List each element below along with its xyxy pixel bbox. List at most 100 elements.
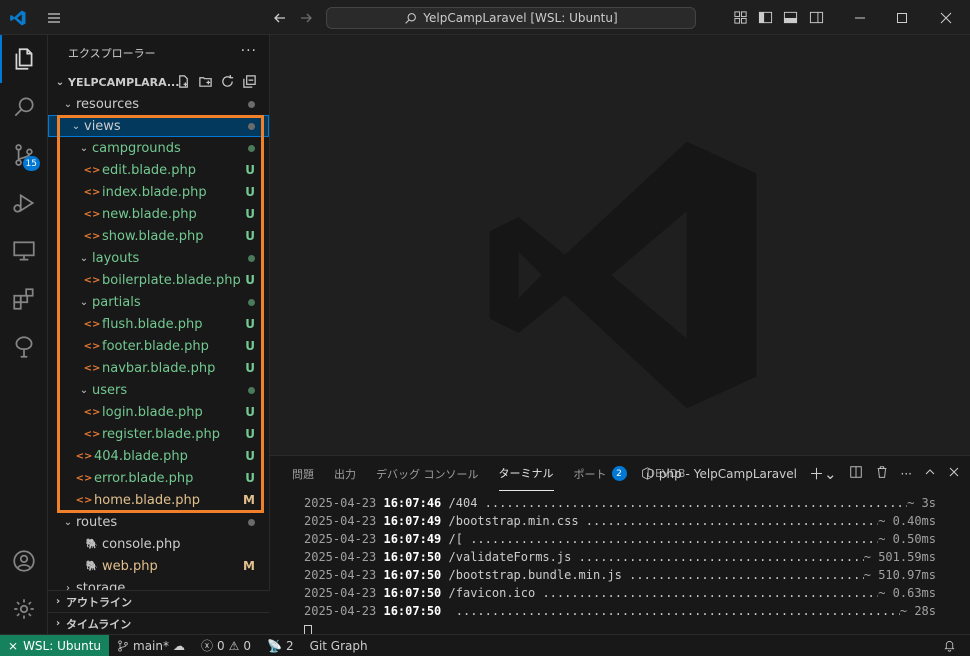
customize-layout-icon[interactable] (730, 0, 750, 35)
tree-file[interactable]: <> navbar.blade.php U (48, 357, 269, 379)
forward-arrow-icon[interactable] (296, 0, 316, 35)
panel-tab[interactable]: 問題 (292, 456, 314, 491)
tree-file[interactable]: <> footer.blade.php U (48, 335, 269, 357)
git-status-dot (248, 122, 255, 130)
chevron-right-icon: › (55, 618, 61, 629)
tree-file[interactable]: <> show.blade.php U (48, 225, 269, 247)
sync-icon[interactable]: ☁ (173, 639, 185, 653)
ports-count: 2 (286, 638, 294, 653)
git-status: U (245, 449, 255, 463)
more-icon[interactable]: ··· (901, 467, 912, 481)
log-leader-dots: ........................................… (542, 586, 878, 600)
log-leader-dots: ........................................… (585, 514, 878, 528)
run-and-debug-icon[interactable] (0, 179, 48, 227)
branch-label: main* (133, 638, 169, 653)
outline-section-header[interactable]: › アウトライン (48, 590, 270, 612)
tree-item-label: register.blade.php (102, 426, 221, 442)
branch-status[interactable]: main* ☁ (109, 639, 193, 653)
tree-file[interactable]: <> edit.blade.php U (48, 159, 269, 181)
settings-gear-icon[interactable] (0, 585, 48, 633)
panel-tab[interactable]: 出力 (334, 456, 356, 491)
search-view-icon[interactable] (0, 83, 48, 131)
git-status (248, 137, 255, 159)
tree-file[interactable]: 🐘 web.php M (48, 555, 269, 577)
panel-tab[interactable]: ポート 2 (574, 456, 627, 491)
terminal-output[interactable]: 2025-04-23 16:07:46 /404 ...............… (270, 491, 970, 640)
tree-file[interactable]: <> home.blade.php M (48, 489, 269, 511)
remote-explorer-icon[interactable] (0, 227, 48, 275)
more-actions-icon[interactable]: ··· (241, 43, 257, 59)
tree-item-label: flush.blade.php (102, 316, 203, 332)
tree-folder[interactable]: ⌄ routes (48, 511, 269, 533)
new-terminal-plus-icon[interactable]: ＋⌄ (809, 463, 837, 484)
explorer-icon[interactable] (0, 35, 48, 83)
ports-status[interactable]: 📡 2 (259, 639, 302, 653)
tree-file[interactable]: <> new.blade.php U (48, 203, 269, 225)
blade-file-icon: <> (83, 340, 101, 352)
tree-folder[interactable]: ⌄ layouts (48, 247, 269, 269)
refresh-icon[interactable] (219, 73, 235, 89)
git-status-dot (248, 100, 255, 108)
workspace-section-header[interactable]: ⌄ YELPCAMPLARA... (48, 71, 269, 93)
log-path: /[ (448, 532, 463, 546)
tree-folder[interactable]: ⌄ views (48, 115, 269, 137)
vscode-logo-icon (8, 0, 28, 35)
tree-item-label: users (92, 382, 128, 398)
log-leader-dots: ........................................… (455, 604, 900, 618)
remote-indicator[interactable]: ⨯ WSL: Ubuntu (0, 634, 110, 656)
tree-item-label: layouts (92, 250, 140, 266)
log-duration: ~ 0.40ms (878, 514, 936, 528)
collapse-all-icon[interactable] (241, 73, 257, 89)
git-status-dot (248, 254, 255, 262)
terminal-selector[interactable]: php - YelpCampLaravel (641, 467, 797, 481)
maximize-icon[interactable] (882, 0, 922, 35)
tree-item-label: home.blade.php (94, 492, 200, 508)
chevron-down-icon: ⌄ (55, 76, 65, 88)
log-date: 2025-04-23 (304, 550, 377, 564)
tree-file[interactable]: <> flush.blade.php U (48, 313, 269, 335)
tree-file[interactable]: <> boilerplate.blade.php U (48, 269, 269, 291)
new-file-icon[interactable] (175, 73, 191, 89)
close-panel-icon[interactable] (948, 466, 960, 481)
log-time: 16:07:50 (383, 604, 442, 618)
tree-file[interactable]: <> index.blade.php U (48, 181, 269, 203)
split-terminal-icon[interactable] (849, 465, 863, 482)
toggle-panel-icon[interactable] (780, 0, 800, 35)
menu-icon[interactable] (44, 0, 64, 35)
git-graph-button[interactable]: Git Graph (302, 639, 376, 653)
tree-folder[interactable]: ⌄ partials (48, 291, 269, 313)
tree-file[interactable]: <> error.blade.php U (48, 467, 269, 489)
tree-file[interactable]: <> register.blade.php U (48, 423, 269, 445)
tree-item-label: footer.blade.php (102, 338, 209, 354)
extensions-icon[interactable] (0, 275, 48, 323)
tree-folder[interactable]: ⌄ resources (48, 93, 269, 115)
tree-folder[interactable]: ⌄ campgrounds (48, 137, 269, 159)
back-arrow-icon[interactable] (270, 0, 290, 35)
account-icon[interactable] (0, 537, 48, 585)
notifications-bell-icon[interactable] (935, 639, 970, 652)
trash-icon[interactable] (875, 465, 889, 482)
tree-file[interactable]: <> login.blade.php U (48, 401, 269, 423)
new-folder-icon[interactable] (197, 73, 213, 89)
panel-tab[interactable]: デバッグ コンソール (376, 456, 479, 491)
timeline-section-header[interactable]: › タイムライン (48, 612, 270, 634)
source-control-icon[interactable]: 15 (0, 131, 48, 179)
tree-folder[interactable]: ⌄ users (48, 379, 269, 401)
tree-item-label: 404.blade.php (94, 448, 188, 464)
problems-status[interactable]: ⓧ 0 ⚠ 0 (193, 637, 259, 654)
log-leader-dots: ........................................… (470, 532, 878, 546)
tree-file[interactable]: 🐘 console.php (48, 533, 269, 555)
log-date: 2025-04-23 (304, 496, 377, 510)
git-status (248, 511, 255, 533)
close-icon[interactable] (926, 0, 966, 35)
panel-tab[interactable]: ターミナル (498, 456, 554, 491)
maximize-panel-icon[interactable] (924, 466, 936, 481)
tree-file[interactable]: <> 404.blade.php U (48, 445, 269, 467)
toggle-secondary-sidebar-icon[interactable] (806, 0, 826, 35)
tree-icon[interactable] (0, 323, 48, 371)
command-center-search[interactable]: YelpCampLaravel [WSL: Ubuntu] (326, 7, 696, 29)
editor-area[interactable] (270, 35, 970, 455)
log-time: 16:07:49 (383, 514, 442, 528)
toggle-primary-sidebar-icon[interactable] (755, 0, 775, 35)
minimize-icon[interactable] (840, 0, 880, 35)
